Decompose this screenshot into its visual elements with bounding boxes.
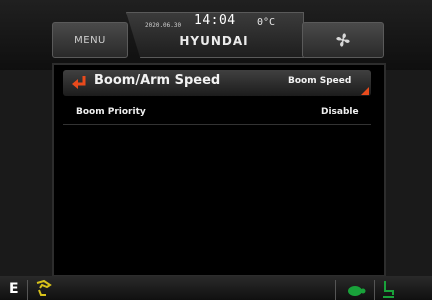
temperature-display: 0°C bbox=[257, 17, 276, 28]
return-arrow-icon[interactable] bbox=[70, 74, 90, 92]
fan-button[interactable] bbox=[302, 22, 384, 58]
divider bbox=[335, 280, 336, 300]
divider bbox=[374, 280, 375, 300]
setting-value[interactable]: Disable bbox=[321, 107, 359, 117]
mode-letter: E bbox=[9, 281, 19, 297]
time-display: 14:04 bbox=[194, 13, 236, 28]
brand-logo: HYUNDAI bbox=[179, 34, 249, 48]
date-display: 2020.06.30 bbox=[145, 22, 182, 29]
page-title: Boom/Arm Speed bbox=[94, 73, 221, 88]
bottom-status-bar bbox=[0, 276, 432, 300]
operator-seat-icon bbox=[383, 281, 394, 298]
setting-label: Boom Priority bbox=[76, 107, 146, 117]
menu-button[interactable]: MENU bbox=[52, 22, 128, 58]
mode-selector[interactable]: Boom Speed bbox=[288, 76, 351, 86]
menu-button-label: MENU bbox=[74, 34, 106, 46]
turtle-icon bbox=[348, 286, 366, 296]
fan-icon bbox=[336, 33, 350, 47]
divider bbox=[27, 280, 28, 300]
mode-corner-indicator bbox=[361, 87, 369, 95]
work-mode-icon bbox=[36, 279, 52, 296]
